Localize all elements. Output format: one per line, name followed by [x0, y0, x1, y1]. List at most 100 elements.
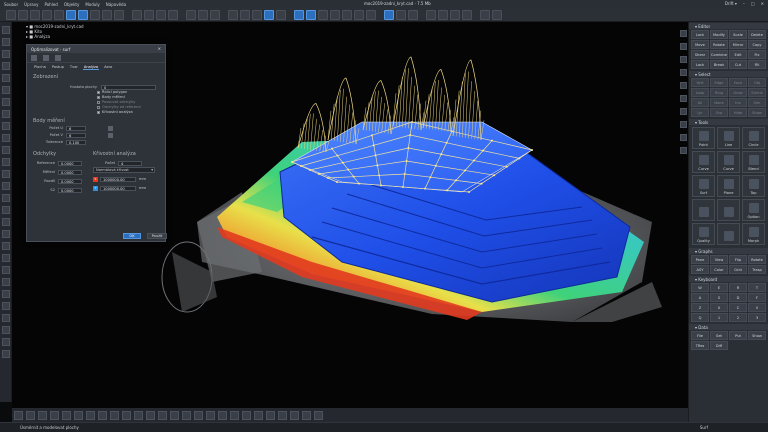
control-point[interactable] — [327, 177, 329, 179]
bottom-tool-icon[interactable] — [38, 410, 47, 420]
close-button[interactable]: ✕ — [761, 1, 764, 6]
toolbar-tool-icon[interactable] — [480, 9, 490, 20]
eye-icon[interactable] — [43, 54, 49, 61]
tool-button[interactable]: Curve — [692, 151, 715, 173]
bottom-tool-icon[interactable] — [206, 410, 215, 420]
toolbar-tool-icon[interactable] — [156, 9, 166, 20]
toolbar-tool-icon[interactable] — [276, 9, 286, 20]
bottom-tool-icon[interactable] — [86, 410, 95, 420]
control-point[interactable] — [424, 187, 426, 190]
bottom-tool-icon[interactable] — [266, 410, 275, 420]
command-button[interactable]: Fix — [748, 50, 766, 59]
curvature-range-input[interactable]: 1000000.00 — [100, 176, 136, 182]
toolbar-tool-icon[interactable] — [306, 9, 316, 20]
command-button[interactable]: Lock — [691, 60, 709, 69]
command-button[interactable]: Ring — [710, 88, 728, 97]
left-tool-icon[interactable] — [1, 170, 10, 178]
command-button[interactable]: F — [748, 293, 766, 302]
curv-count-input[interactable]: 4 — [118, 160, 142, 166]
toolbar-tool-icon[interactable] — [330, 9, 340, 20]
left-tool-icon[interactable] — [1, 206, 10, 214]
tab-aero[interactable]: Aero — [103, 65, 113, 69]
control-point[interactable] — [374, 154, 377, 157]
ok-button[interactable]: OK — [123, 233, 141, 239]
control-point[interactable] — [352, 175, 355, 178]
command-button[interactable]: Obj — [748, 78, 766, 87]
apply-button[interactable]: Použít — [147, 233, 167, 239]
pick-icon[interactable] — [108, 125, 113, 131]
bottom-tool-icon[interactable] — [158, 410, 167, 420]
tab-tvar[interactable]: Tvar — [69, 65, 79, 69]
view-tool-icon[interactable] — [679, 30, 687, 37]
tool-button[interactable]: Point — [692, 127, 715, 149]
control-point[interactable] — [309, 169, 311, 171]
control-point[interactable] — [468, 191, 470, 193]
tab-postup[interactable]: Postup — [51, 65, 65, 69]
control-point[interactable] — [491, 139, 493, 142]
command-button[interactable]: Show — [748, 108, 766, 117]
command-button[interactable]: Delete — [748, 30, 766, 39]
command-button[interactable]: TRes — [691, 341, 709, 350]
bottom-tool-icon[interactable] — [62, 410, 71, 420]
bottom-tool-icon[interactable] — [218, 410, 227, 420]
left-tool-icon[interactable] — [1, 158, 10, 166]
command-button[interactable]: Break — [710, 60, 728, 69]
left-tool-icon[interactable] — [1, 350, 10, 358]
deviation-value[interactable]: 0.0000 — [58, 178, 82, 184]
command-button[interactable]: Grp — [710, 108, 728, 117]
bottom-tool-icon[interactable] — [194, 410, 203, 420]
menu-item[interactable]: Úpravy — [24, 2, 38, 7]
view-tool-icon[interactable] — [679, 147, 687, 154]
command-button[interactable]: None — [710, 98, 728, 107]
menu-item[interactable]: Pohled — [44, 2, 57, 7]
command-button[interactable]: Show — [748, 331, 766, 340]
bottom-tool-icon[interactable] — [110, 410, 119, 420]
view-tool-icon[interactable] — [679, 134, 687, 141]
tool-button[interactable]: Blend — [742, 151, 765, 173]
menu-item[interactable]: Soubor — [4, 2, 18, 7]
points-input[interactable]: 0 — [101, 84, 156, 90]
left-tool-icon[interactable] — [1, 182, 10, 190]
command-button[interactable]: E — [710, 283, 728, 292]
toolbar-tool-icon[interactable] — [144, 9, 154, 20]
command-button[interactable]: File — [691, 331, 709, 340]
command-button[interactable]: Shear — [691, 50, 709, 59]
command-button[interactable]: R — [729, 283, 747, 292]
tree-item-analysis[interactable]: ▸ ■ Analýza — [26, 34, 146, 39]
count-u-input[interactable]: 6 — [66, 125, 86, 131]
layers-icon[interactable] — [55, 54, 61, 61]
control-point[interactable] — [429, 176, 432, 179]
command-button[interactable]: Rotate — [710, 40, 728, 49]
curvature-range-input[interactable]: 1000000.00 — [100, 185, 136, 191]
toolbar-tool-icon[interactable] — [90, 9, 100, 20]
count-v-input[interactable]: 6 — [66, 132, 86, 138]
left-tool-icon[interactable] — [1, 122, 10, 130]
control-point[interactable] — [372, 144, 375, 147]
left-tool-icon[interactable] — [1, 146, 10, 154]
control-point[interactable] — [407, 147, 410, 149]
command-button[interactable]: A — [691, 293, 709, 302]
command-button[interactable]: Grow — [729, 88, 747, 97]
left-tool-icon[interactable] — [1, 278, 10, 286]
bottom-tool-icon[interactable] — [290, 410, 299, 420]
command-button[interactable]: Combine — [710, 50, 728, 59]
dialog-close-icon[interactable]: × — [158, 46, 161, 51]
control-point[interactable] — [409, 134, 412, 136]
control-point[interactable] — [318, 173, 320, 175]
bottom-tool-icon[interactable] — [122, 410, 131, 420]
toolbar-tool-icon[interactable] — [78, 9, 88, 20]
toolbar-tool-icon[interactable] — [342, 9, 352, 20]
command-button[interactable]: Grid — [729, 265, 747, 274]
left-tool-icon[interactable] — [1, 194, 10, 202]
toolbar-tool-icon[interactable] — [18, 9, 28, 20]
command-button[interactable]: Trasp — [748, 265, 766, 274]
toolbar-tool-icon[interactable] — [450, 9, 460, 20]
left-tool-icon[interactable] — [1, 50, 10, 58]
view-tool-icon[interactable] — [679, 43, 687, 50]
command-button[interactable]: V — [748, 303, 766, 312]
bottom-tool-icon[interactable] — [314, 410, 323, 420]
left-tool-icon[interactable] — [1, 86, 10, 94]
control-point[interactable] — [341, 161, 344, 164]
control-point[interactable] — [300, 165, 302, 167]
tool-button[interactable] — [692, 199, 715, 221]
